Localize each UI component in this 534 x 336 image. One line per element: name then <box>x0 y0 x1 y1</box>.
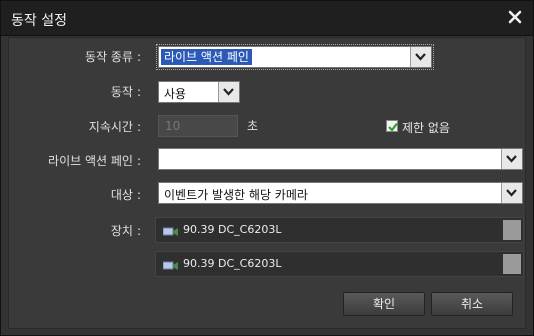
devices-label: 장치: <box>110 224 141 238</box>
target-label: 대상: <box>110 188 141 202</box>
device-item[interactable]: 90.39 DC_C6203L <box>155 251 524 277</box>
check-icon <box>388 122 398 132</box>
chevron-down-icon[interactable] <box>410 47 431 67</box>
device-item[interactable]: 90.39 DC_C6203L <box>155 217 524 243</box>
dialog-title: 동작 설정 <box>11 13 67 29</box>
action-label: 동작: <box>110 85 141 99</box>
live-pane-label: 라이브 액션 페인: <box>48 154 141 168</box>
device-scroll-handle[interactable] <box>503 220 521 240</box>
unlimited-label: 제한 없음 <box>402 121 450 135</box>
device-name: 90.39 DC_C6203L <box>183 257 282 270</box>
camera-icon <box>162 260 179 270</box>
device-scroll-handle[interactable] <box>503 254 521 274</box>
duration-unit: 초 <box>247 119 259 133</box>
chevron-down-icon[interactable] <box>218 82 239 102</box>
dialog-body: 동작 종류: 라이브 액션 페인 동작: 사용 지속시간: 10 초 제한 없음… <box>8 37 526 329</box>
device-name: 90.39 DC_C6203L <box>183 223 282 236</box>
unlimited-checkbox[interactable] <box>386 120 398 132</box>
chevron-down-icon[interactable] <box>501 149 522 169</box>
duration-label: 지속시간: <box>88 120 141 134</box>
duration-input[interactable]: 10 <box>158 115 238 137</box>
action-select[interactable]: 사용 <box>158 81 240 103</box>
action-type-label: 동작 종류: <box>84 50 141 64</box>
action-settings-dialog: 동작 설정 동작 종류: 라이브 액션 페인 동작: 사용 지속시간: 10 초 <box>0 0 534 336</box>
target-select[interactable]: 이벤트가 발생한 해당 카메라 <box>158 182 523 204</box>
camera-icon <box>162 226 179 236</box>
chevron-down-icon[interactable] <box>501 183 522 203</box>
title-bar: 동작 설정 <box>1 1 533 36</box>
ok-button[interactable]: 확인 <box>343 292 425 316</box>
cancel-button[interactable]: 취소 <box>431 292 513 316</box>
action-type-value: 라이브 액션 페인 <box>161 49 252 65</box>
action-value: 사용 <box>164 87 187 101</box>
action-type-select[interactable]: 라이브 액션 페인 <box>156 44 434 70</box>
target-value: 이벤트가 발생한 해당 카메라 <box>164 188 308 202</box>
close-icon[interactable] <box>507 9 523 25</box>
live-pane-select[interactable] <box>158 148 523 170</box>
